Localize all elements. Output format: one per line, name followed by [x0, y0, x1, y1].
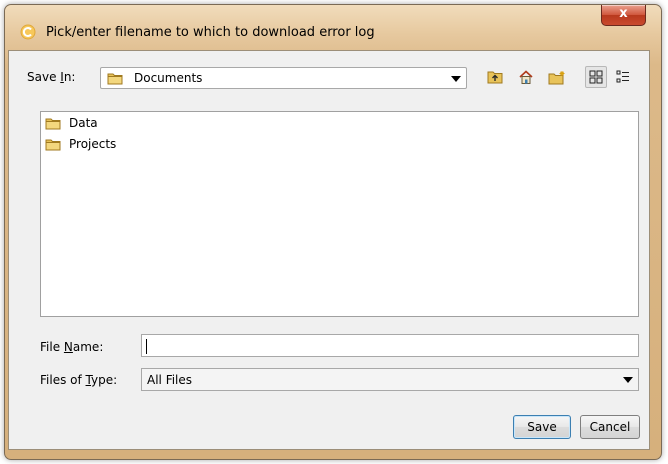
- text-cursor: [146, 339, 147, 354]
- folder-icon: [45, 139, 61, 150]
- file-name-input[interactable]: [141, 334, 639, 357]
- file-type-dropdown[interactable]: All Files: [141, 368, 639, 391]
- up-folder-button[interactable]: [484, 66, 506, 88]
- file-list[interactable]: Data Projects: [40, 111, 639, 317]
- list-item-label: Data: [69, 116, 98, 130]
- new-folder-button[interactable]: [546, 66, 568, 88]
- cancel-button[interactable]: Cancel: [580, 415, 640, 439]
- list-item-label: Projects: [69, 137, 117, 151]
- save-in-value: Documents: [134, 71, 203, 85]
- new-folder-icon: [548, 70, 565, 84]
- chevron-down-icon[interactable]: [451, 76, 461, 82]
- close-button[interactable]: x: [601, 5, 646, 26]
- list-item-projects[interactable]: Projects: [45, 135, 116, 153]
- folder-icon: [45, 118, 61, 129]
- file-name-label: File Name:: [40, 340, 104, 354]
- save-button[interactable]: Save: [513, 415, 571, 439]
- list-item-data[interactable]: Data: [45, 114, 98, 132]
- details-view-icon: [616, 70, 629, 83]
- folder-icon: [107, 73, 123, 85]
- file-type-label: Files of Type:: [40, 373, 118, 387]
- list-view-icon: [589, 70, 603, 84]
- save-in-label: Save In:: [27, 70, 76, 84]
- list-view-button[interactable]: [585, 66, 607, 88]
- home-button[interactable]: [515, 66, 537, 88]
- save-in-dropdown[interactable]: Documents: [100, 67, 467, 89]
- file-type-value: All Files: [147, 373, 193, 387]
- chevron-down-icon[interactable]: [623, 377, 633, 383]
- dialog-title: Pick/enter filename to which to download…: [46, 25, 375, 40]
- details-view-button[interactable]: [612, 66, 634, 88]
- app-icon: [20, 24, 36, 40]
- up-folder-icon: [487, 71, 503, 84]
- home-icon: [519, 69, 533, 84]
